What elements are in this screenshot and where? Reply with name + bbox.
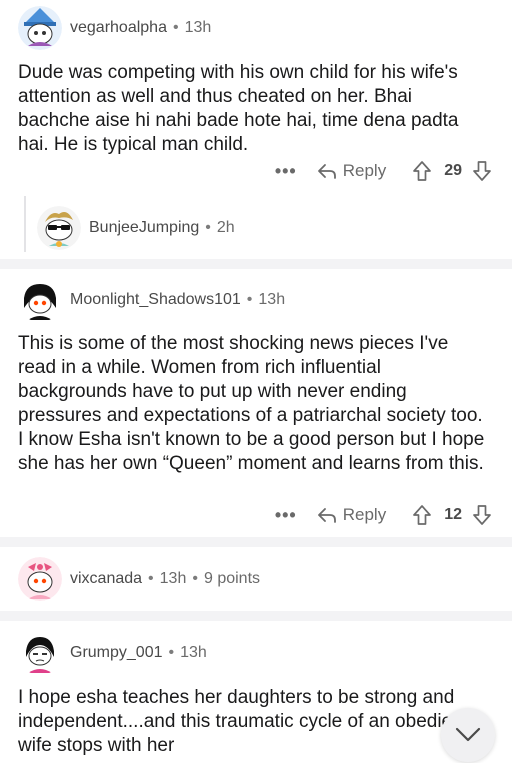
more-options-icon[interactable]: ••• [275,505,297,526]
comment-divider [0,537,512,547]
chevron-down-icon [455,727,481,742]
username[interactable]: Grumpy_001 [70,644,163,661]
meta-separator: • [168,644,175,661]
points-count: 9 points [203,570,261,587]
comment-header: vegarhoalpha • 13h [18,6,211,50]
avatar[interactable] [18,557,62,601]
avatar[interactable] [18,631,62,675]
comment-body: I hope esha teaches her daughters to be … [18,687,468,756]
comment-body: This is some of the most shocking news p… [18,333,485,474]
reply-button[interactable]: Reply [317,505,386,525]
reply-arrow-icon [317,164,336,179]
upvote-button[interactable] [412,160,432,182]
comment-meta: BunjeeJumping • 2h [89,219,235,237]
timestamp: 2h [216,219,235,236]
comment-meta: vixcanada • 13h • 9 points [70,570,260,588]
upvote-arrow-icon [413,161,432,181]
username[interactable]: Moonlight_Shadows101 [70,291,241,308]
username[interactable]: BunjeeJumping [89,219,199,236]
more-options-icon[interactable]: ••• [275,161,297,182]
meta-separator: • [205,219,211,236]
reply-label: Reply [342,161,387,180]
avatar[interactable] [18,278,62,322]
comment-header: BunjeeJumping • 2h [37,206,235,250]
downvote-arrow-icon [473,161,491,181]
username[interactable]: vegarhoalpha [70,19,167,36]
downvote-button[interactable] [472,504,492,526]
reply-arrow-icon [317,508,336,523]
avatar[interactable] [37,206,81,250]
comment-body: Dude was competing with his own child fo… [18,62,459,155]
meta-separator: • [172,19,179,36]
reply-button[interactable]: Reply [317,161,386,181]
comment-meta: Grumpy_001 • 13h [70,644,207,662]
comment-actions: ••• Reply 29 [275,160,492,182]
meta-separator: • [148,570,154,587]
upvote-button[interactable] [412,504,432,526]
comment-meta: Moonlight_Shadows101 • 13h [70,291,285,309]
timestamp: 13h [258,291,286,308]
vote-count: 12 [444,506,462,523]
meta-separator: • [246,291,253,308]
scroll-down-button[interactable] [441,708,495,762]
downvote-arrow-icon [473,505,491,525]
downvote-button[interactable] [472,160,492,182]
reply-label: Reply [342,505,387,524]
timestamp: 13h [180,644,207,661]
timestamp: 13h [159,570,187,587]
username[interactable]: vixcanada [70,570,142,587]
comment-header: Grumpy_001 • 13h [18,631,207,675]
upvote-arrow-icon [413,505,432,525]
comment-header[interactable]: vixcanada • 13h • 9 points [18,557,260,601]
comment-actions: ••• Reply 12 [275,504,492,526]
meta-separator: • [192,570,198,587]
comment-meta: vegarhoalpha • 13h [70,19,211,37]
vote-count: 29 [444,162,462,179]
comment-header: Moonlight_Shadows101 • 13h [18,278,285,322]
thread-line [24,196,26,252]
timestamp: 13h [184,19,212,36]
avatar[interactable] [18,6,62,50]
comment-divider [0,611,512,621]
comment-divider [0,259,512,269]
